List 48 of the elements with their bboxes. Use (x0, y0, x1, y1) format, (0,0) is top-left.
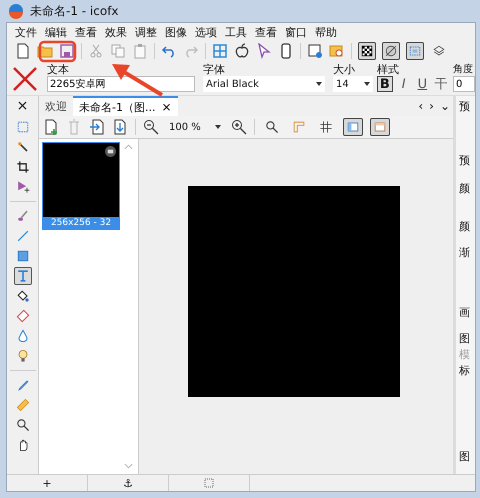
field-label: 大小 (333, 63, 355, 76)
field-label: 样式 (377, 63, 399, 76)
thumbnail-label: 256x256 - 32 (43, 217, 119, 229)
close-button[interactable]: × (16, 98, 28, 114)
tab-close-button[interactable]: × (161, 100, 172, 114)
text-input-field[interactable]: 2265安卓网 (47, 76, 195, 92)
tab-label: 未命名-1（图... (79, 100, 156, 114)
panel-label: 模 (458, 348, 471, 362)
field-label: 文本 (47, 63, 69, 76)
panel-label: 画 (458, 306, 471, 320)
style-toggle[interactable]: U (414, 76, 430, 92)
field-label: 字体 (203, 63, 225, 76)
status-anchor: ⚓ (88, 475, 169, 491)
style-toggle[interactable]: I (396, 76, 412, 92)
field-label: 角度 (453, 63, 473, 76)
status-plus: + (7, 475, 88, 491)
tab-nav-button[interactable]: › (426, 96, 437, 116)
panel-label: 预 (458, 154, 471, 168)
menu-item[interactable]: 选项 (191, 24, 221, 40)
document-tab[interactable]: 欢迎 (39, 96, 73, 116)
panel-label: 标 (458, 364, 471, 378)
panel-label: 颜 (458, 220, 471, 234)
tab-nav-button[interactable]: ⌄ (436, 96, 453, 116)
angle-field[interactable]: 0 (453, 76, 475, 92)
tab-label: 欢迎 (45, 98, 67, 114)
panel-label: 图 (458, 450, 471, 464)
tab-nav-button[interactable]: ‹ (415, 96, 426, 116)
menu-item[interactable]: 调整 (131, 24, 161, 40)
panel-label: 图 (458, 332, 471, 346)
menu-item[interactable]: 查看 (251, 24, 281, 40)
style-toggle[interactable]: 干 (433, 76, 449, 92)
size-dropdown[interactable]: 14 (333, 76, 373, 92)
panel-label: 渐 (458, 246, 471, 260)
window-title: 未命名-1 - icofx (30, 2, 119, 20)
menu-item[interactable]: 窗口 (281, 24, 311, 40)
zoom-dropdown[interactable]: 100 % (166, 119, 224, 135)
menu-item[interactable]: 编辑 (41, 24, 71, 40)
menu-item[interactable]: 文件 (11, 24, 41, 40)
menu-item[interactable]: 帮助 (311, 24, 341, 40)
font-dropdown[interactable]: Arial Black (203, 76, 325, 92)
style-toggle[interactable]: B (377, 76, 393, 92)
panel-label: 颜 (458, 182, 471, 196)
menu-item[interactable]: 工具 (221, 24, 251, 40)
document-tab[interactable]: 未命名-1（图... × (73, 96, 178, 116)
menu-item[interactable]: 图像 (161, 24, 191, 40)
panel-label: 预 (458, 100, 471, 114)
menu-item[interactable]: 查看 (71, 24, 101, 40)
menu-item[interactable]: 效果 (101, 24, 131, 40)
